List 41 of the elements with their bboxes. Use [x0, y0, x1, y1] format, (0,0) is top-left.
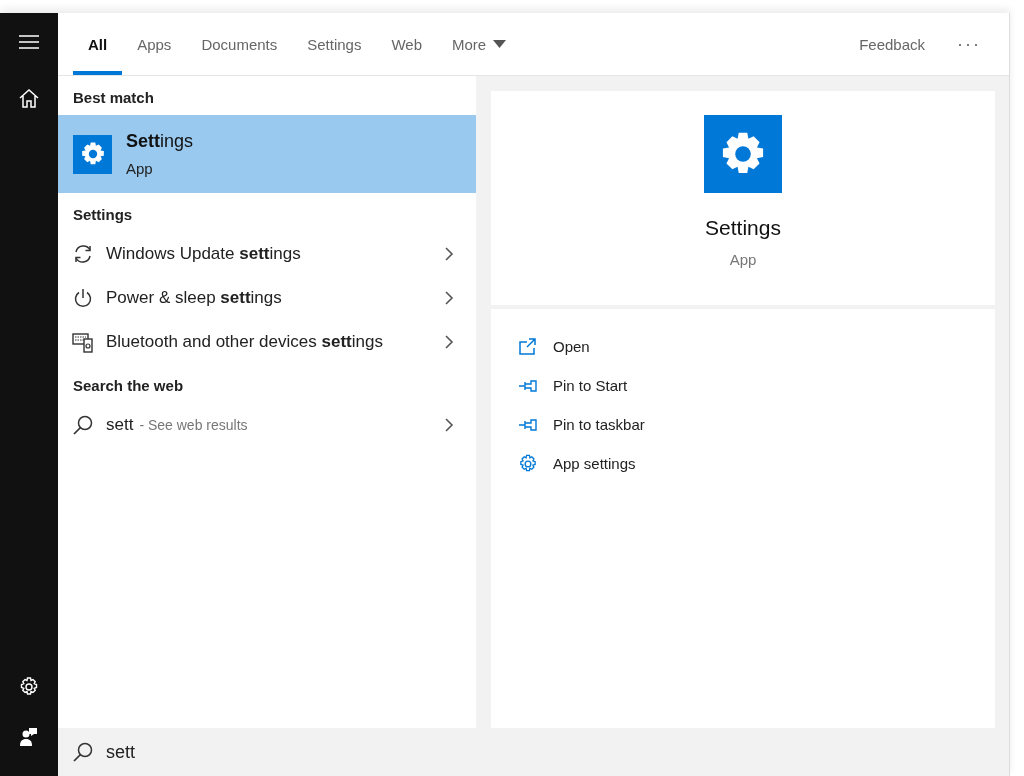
chevron-icon — [444, 418, 454, 432]
chevron-icon — [444, 291, 454, 305]
power-icon — [72, 287, 94, 309]
chevron-icon — [444, 335, 454, 349]
best-match-item[interactable]: Settings App — [58, 115, 476, 193]
section-heading: Best match — [72, 88, 155, 108]
result-subtitle: App — [126, 160, 154, 177]
person-icon[interactable] — [20, 727, 38, 746]
app-subtitle: App — [729, 251, 757, 268]
settings-icon[interactable] — [19, 677, 39, 697]
search-field[interactable]: sett — [106, 741, 406, 763]
open-icon — [518, 336, 538, 357]
tab[interactable]: Apps — [122, 17, 187, 75]
section-heading: Search the web — [72, 376, 185, 396]
result-title: Settings — [126, 131, 194, 152]
search-icon — [72, 414, 94, 436]
settings-result[interactable]: Bluetooth and other devices settings — [58, 320, 476, 364]
chevron-icon — [444, 247, 454, 261]
action-item[interactable]: Pin to Start — [518, 366, 628, 405]
action-item[interactable]: Pin to taskbar — [518, 405, 645, 444]
action-item[interactable]: Open — [518, 327, 590, 366]
settings-icon — [518, 453, 538, 474]
settings-result[interactable]: Power & sleep settings — [58, 276, 476, 320]
app-title: Settings — [705, 216, 781, 240]
tab[interactable]: More — [437, 17, 522, 75]
tab[interactable]: Documents — [186, 17, 293, 75]
menu-icon[interactable] — [19, 35, 39, 49]
tab[interactable]: Settings — [292, 17, 377, 75]
sync-icon — [72, 243, 94, 265]
search-query: sett — [106, 415, 134, 435]
section-heading: Settings — [72, 205, 134, 225]
home-icon[interactable] — [19, 89, 39, 108]
feedback-link[interactable]: Feedback — [843, 13, 941, 75]
devices-icon — [72, 331, 94, 353]
more-options-button[interactable]: ··· — [941, 13, 1009, 75]
action-item[interactable]: App settings — [518, 444, 636, 483]
settings-result[interactable]: Windows Update settings — [58, 232, 476, 276]
tab[interactable]: Web — [376, 17, 438, 75]
web-results-hint: - See web results — [139, 417, 248, 433]
web-result[interactable]: sett - See web results — [58, 403, 476, 447]
search-icon — [72, 741, 94, 763]
